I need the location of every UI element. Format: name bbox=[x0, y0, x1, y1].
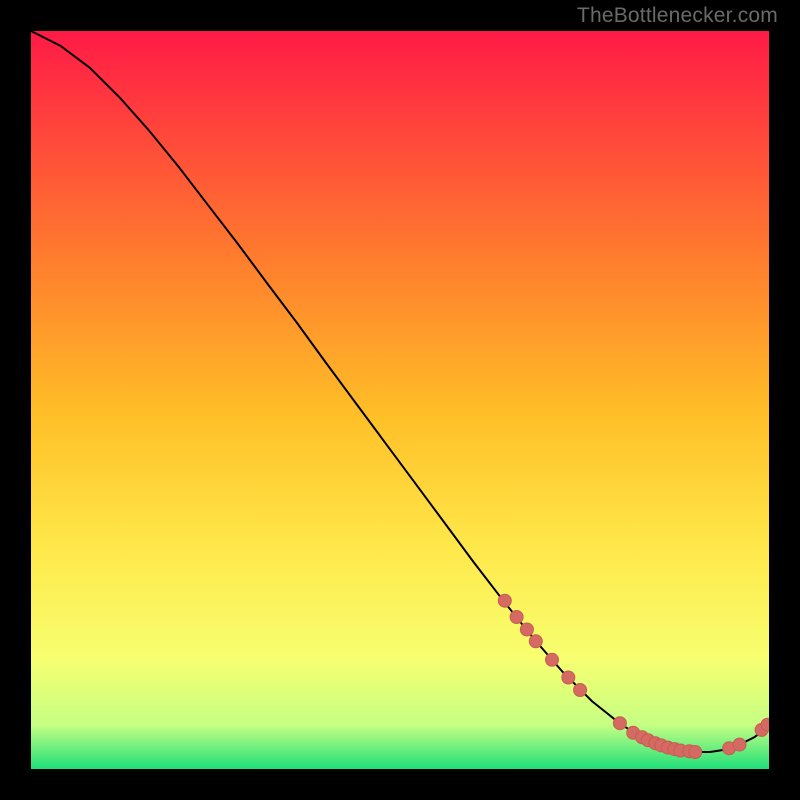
plot-area bbox=[31, 31, 769, 769]
chart-frame: TheBottlenecker.com bbox=[0, 0, 800, 800]
data-marker bbox=[761, 718, 769, 731]
data-marker bbox=[520, 623, 533, 636]
watermark-text: TheBottlenecker.com bbox=[577, 4, 778, 28]
data-marker bbox=[510, 611, 523, 624]
data-marker bbox=[546, 653, 559, 666]
data-marker bbox=[529, 635, 542, 648]
gradient-background bbox=[31, 31, 769, 769]
data-marker bbox=[574, 684, 587, 697]
data-marker bbox=[689, 746, 702, 759]
data-marker bbox=[613, 717, 626, 730]
data-marker bbox=[562, 671, 575, 684]
data-marker bbox=[733, 738, 746, 751]
data-marker bbox=[498, 594, 511, 607]
chart-svg bbox=[31, 31, 769, 769]
